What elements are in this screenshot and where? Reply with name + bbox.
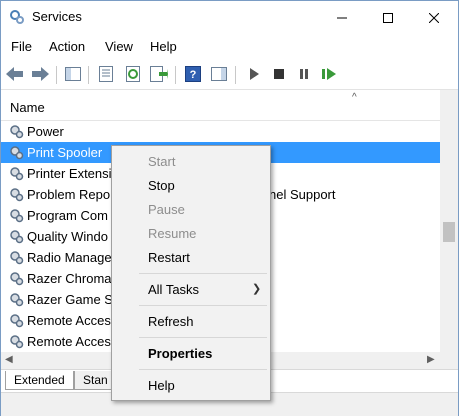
context-menu-resume[interactable]: Resume — [112, 222, 270, 244]
service-gear-icon — [9, 292, 24, 307]
toolbar-separator — [235, 66, 236, 84]
service-name: Remote Acces — [27, 313, 111, 328]
scroll-right-icon[interactable]: ▶ — [427, 354, 435, 365]
service-name: Razer Chroma — [27, 271, 112, 286]
service-name: Print Spooler — [27, 145, 103, 160]
toolbar: ? — [1, 59, 458, 90]
menu-view[interactable]: View — [105, 39, 133, 54]
menu-item-label: Stop — [148, 178, 175, 193]
column-header-name[interactable]: Name ^ — [1, 90, 440, 121]
context-menu-restart[interactable]: Restart — [112, 246, 270, 268]
services-gear-icon — [9, 9, 25, 25]
service-gear-icon — [9, 313, 24, 328]
context-menu-pause[interactable]: Pause — [112, 198, 270, 220]
context-menu: Start Stop Pause Resume Restart All Task… — [111, 145, 271, 401]
vertical-scroll-thumb[interactable] — [443, 222, 455, 242]
close-button[interactable] — [411, 1, 457, 34]
minimize-button[interactable] — [319, 1, 365, 34]
properties-sheet-icon[interactable] — [97, 65, 115, 83]
context-menu-start[interactable]: Start — [112, 150, 270, 172]
context-menu-stop[interactable]: Stop — [112, 174, 270, 196]
menu-item-label: Start — [148, 154, 176, 169]
menu-separator — [139, 305, 267, 306]
menu-item-label: Restart — [148, 250, 190, 265]
help-icon[interactable]: ? — [184, 65, 202, 83]
service-gear-icon — [9, 124, 24, 139]
stop-service-icon[interactable] — [270, 65, 288, 83]
resume-service-icon[interactable] — [320, 65, 338, 83]
menu-action[interactable]: Action — [49, 39, 85, 54]
list-item[interactable]: Power — [1, 121, 440, 142]
forward-icon[interactable] — [31, 65, 49, 83]
console-tree-icon[interactable] — [64, 65, 82, 83]
menu-item-label: Properties — [148, 346, 213, 361]
service-name: Razer Game Sc — [27, 292, 120, 307]
service-name: Quality Windo — [27, 229, 108, 244]
service-gear-icon — [9, 250, 24, 265]
menu-separator — [139, 273, 267, 274]
refresh-icon[interactable] — [124, 65, 142, 83]
menu-item-label: Help — [148, 378, 175, 393]
tab-extended[interactable]: Extended — [5, 371, 74, 390]
service-gear-icon — [9, 271, 24, 286]
service-gear-icon — [9, 166, 24, 181]
show-hide-action-pane-icon[interactable] — [210, 65, 228, 83]
window-title: Services — [32, 9, 82, 24]
menu-separator — [139, 369, 267, 370]
context-menu-all-tasks[interactable]: All Tasks ❯ — [112, 278, 270, 300]
menu-item-label: All Tasks — [148, 282, 200, 297]
scrollbar-corner — [440, 352, 458, 369]
service-name: Problem Repo — [27, 187, 111, 202]
start-service-icon[interactable] — [245, 65, 263, 83]
service-gear-icon — [9, 334, 24, 349]
menu-separator — [139, 337, 267, 338]
service-gear-icon — [9, 187, 24, 202]
menu-file[interactable]: File — [11, 39, 32, 54]
pause-service-icon[interactable] — [295, 65, 313, 83]
menu-help[interactable]: Help — [150, 39, 177, 54]
menu-item-label: Pause — [148, 202, 185, 217]
export-list-icon[interactable] — [150, 65, 168, 83]
menu-item-label: Refresh — [148, 314, 194, 329]
context-menu-help[interactable]: Help — [112, 374, 270, 396]
service-name: Radio Manage — [27, 250, 112, 265]
service-name: Power — [27, 124, 64, 139]
toolbar-separator — [88, 66, 89, 84]
service-name: Printer Extensi — [27, 166, 112, 181]
menu-bar: File Action View Help — [1, 34, 458, 58]
maximize-button[interactable] — [365, 1, 411, 34]
menu-item-label: Resume — [148, 226, 197, 241]
scroll-left-icon[interactable]: ◀ — [5, 354, 13, 365]
sort-ascending-icon: ^ — [352, 92, 357, 103]
service-description: nel Support — [269, 187, 336, 202]
svg-text:?: ? — [190, 69, 197, 81]
service-name: Program Com — [27, 208, 108, 223]
service-gear-icon — [9, 208, 24, 223]
service-name: Remote Acces — [27, 334, 111, 349]
context-menu-properties[interactable]: Properties — [112, 342, 270, 364]
toolbar-separator — [56, 66, 57, 84]
submenu-chevron-right-icon: ❯ — [252, 283, 262, 295]
toolbar-separator — [175, 66, 176, 84]
services-window: Services File Action View Help ? Name ^ … — [0, 0, 459, 416]
back-icon[interactable] — [6, 65, 24, 83]
service-gear-icon — [9, 229, 24, 244]
service-gear-icon — [9, 145, 24, 160]
context-menu-refresh[interactable]: Refresh — [112, 310, 270, 332]
column-name-label: Name — [10, 100, 45, 115]
title-bar[interactable]: Services — [1, 1, 458, 34]
vertical-scrollbar[interactable] — [440, 90, 458, 352]
